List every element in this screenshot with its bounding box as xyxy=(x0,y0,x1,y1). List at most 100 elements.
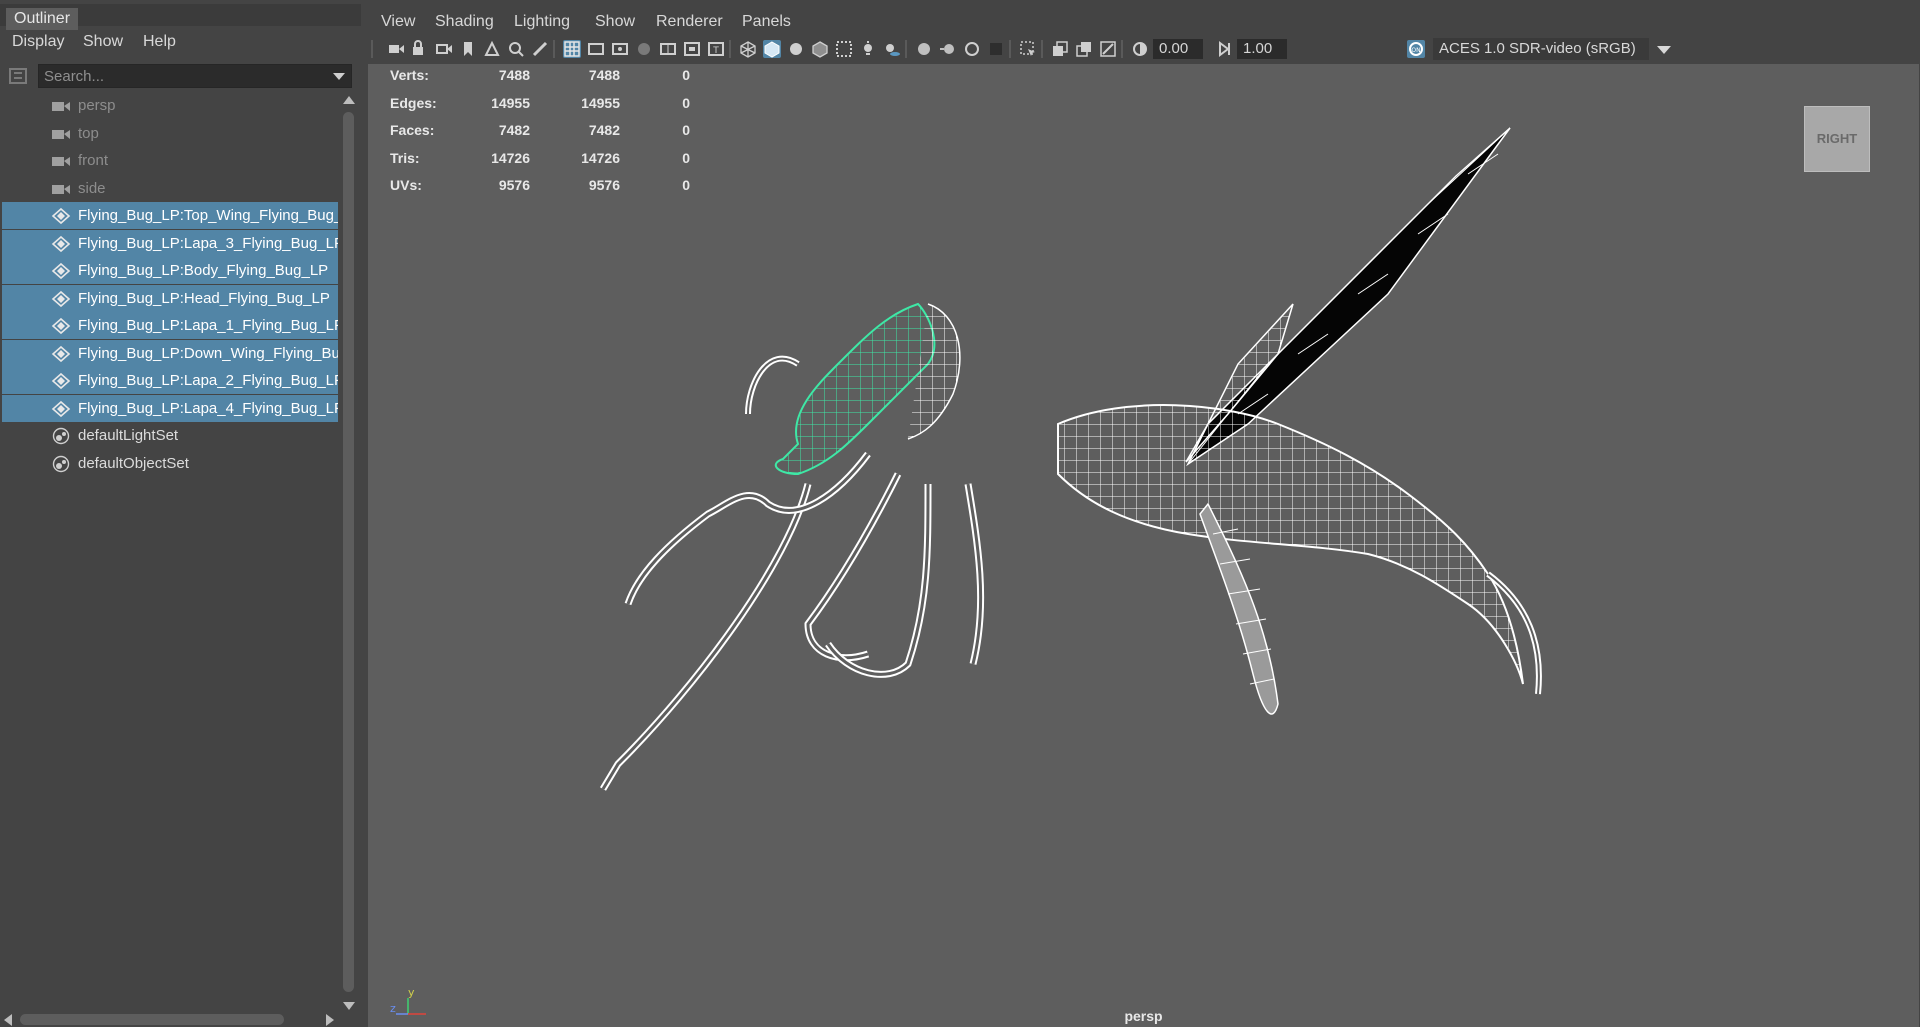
hscroll-thumb[interactable] xyxy=(20,1014,284,1025)
view-cube[interactable]: RIGHT xyxy=(1804,106,1870,172)
outliner-item-label: Flying_Bug_LP:Lapa_3_Flying_Bug_LP xyxy=(78,234,338,252)
motion-blur-icon[interactable] xyxy=(939,40,957,58)
menu-lighting[interactable]: Lighting xyxy=(514,10,570,34)
scroll-thumb[interactable] xyxy=(343,112,354,992)
select-camera-icon[interactable] xyxy=(387,40,405,58)
ambient-occlusion-icon[interactable] xyxy=(915,40,933,58)
panel-menubar: View Shading Lighting Show Renderer Pane… xyxy=(367,10,1920,34)
hud-label: Verts: xyxy=(390,67,429,83)
outliner-item[interactable]: top xyxy=(2,120,338,147)
color-space-select[interactable]: ACES 1.0 SDR-video (sRGB) xyxy=(1433,38,1649,60)
hud-value: 9576 xyxy=(498,177,530,193)
isolate-select-icon[interactable] xyxy=(1019,40,1037,58)
outliner-item[interactable]: Flying_Bug_LP:Lapa_4_Flying_Bug_LP xyxy=(2,394,338,422)
xray-active-icon[interactable] xyxy=(1075,40,1093,58)
mesh-transform-icon xyxy=(50,372,72,390)
anti-aliasing-icon[interactable] xyxy=(963,40,981,58)
outliner-horizontal-scrollbar[interactable] xyxy=(0,1012,340,1027)
xray-icon[interactable] xyxy=(835,40,853,58)
camera-lock-icon[interactable] xyxy=(411,40,429,58)
use-lights-icon[interactable] xyxy=(859,40,877,58)
menu-display[interactable]: Display xyxy=(12,30,64,54)
scroll-down-icon[interactable] xyxy=(343,1002,355,1010)
outliner-tree: persp top front side Flying_Bug_LP:Top_Wing_… xyxy=(0,92,340,1010)
mesh-transform-icon xyxy=(50,345,72,363)
field-chart-icon[interactable] xyxy=(659,40,677,58)
outliner-item[interactable]: Flying_Bug_LP:Body_Flying_Bug_LP xyxy=(2,257,338,284)
two-d-pan-zoom-icon[interactable] xyxy=(507,40,525,58)
outliner-item[interactable]: side xyxy=(2,175,338,202)
outliner-item[interactable]: Flying_Bug_LP:Head_Flying_Bug_LP xyxy=(2,284,338,312)
outliner-item[interactable]: Flying_Bug_LP:Lapa_1_Flying_Bug_LP xyxy=(2,312,338,339)
safe-action-icon[interactable] xyxy=(683,40,701,58)
smooth-shade-icon[interactable] xyxy=(763,40,781,58)
hud-label: UVs: xyxy=(390,177,422,193)
wireframe-icon[interactable] xyxy=(739,40,757,58)
set-icon xyxy=(50,427,72,445)
menu-help[interactable]: Help xyxy=(143,30,176,54)
wireframe-on-shaded-icon[interactable] xyxy=(811,40,829,58)
filter-icon[interactable] xyxy=(8,66,28,86)
grease-pencil-icon[interactable] xyxy=(531,40,549,58)
scroll-left-icon[interactable] xyxy=(4,1014,12,1026)
menu-show[interactable]: Show xyxy=(83,30,123,54)
outliner-item[interactable]: front xyxy=(2,147,338,174)
shadows-icon[interactable] xyxy=(883,40,901,58)
outliner-item-label: Flying_Bug_LP:Lapa_1_Flying_Bug_LP xyxy=(78,317,338,334)
menu-view[interactable]: View xyxy=(381,10,415,34)
image-plane-icon[interactable] xyxy=(483,40,501,58)
svg-text:T: T xyxy=(712,46,719,56)
outliner-item[interactable]: Flying_Bug_LP:Lapa_2_Flying_Bug_LP xyxy=(2,367,338,394)
outliner-item-label: front xyxy=(78,152,109,169)
mesh-transform-icon xyxy=(50,400,72,418)
menu-renderer[interactable]: Renderer xyxy=(656,10,723,34)
outliner-item-label: Flying_Bug_LP:Down_Wing_Flying_Bug_LP xyxy=(78,344,338,362)
outliner-item[interactable]: Flying_Bug_LP:Top_Wing_Flying_Bug_LP xyxy=(2,202,338,229)
hud-value: 7482 xyxy=(498,122,530,138)
gamma-icon[interactable] xyxy=(1215,40,1233,58)
resolution-gate-icon[interactable] xyxy=(611,40,629,58)
hud-value: 0 xyxy=(682,177,690,193)
exposure-icon[interactable] xyxy=(1131,40,1149,58)
outliner-item-label: side xyxy=(78,179,106,197)
grid-icon[interactable] xyxy=(563,40,581,58)
menu-shading[interactable]: Shading xyxy=(435,10,494,34)
bookmark-icon[interactable] xyxy=(459,40,477,58)
search-input[interactable] xyxy=(39,65,329,87)
outliner-item[interactable]: Flying_Bug_LP:Down_Wing_Flying_Bug_LP xyxy=(2,339,338,367)
menu-panels[interactable]: Panels xyxy=(742,10,791,34)
gamma-field[interactable]: 1.00 xyxy=(1237,39,1287,59)
hud-value: 0 xyxy=(682,149,690,166)
outliner-tab[interactable]: Outliner xyxy=(6,8,79,30)
outliner-item[interactable]: defaultObjectSet xyxy=(2,450,338,477)
color-space-dropdown-icon[interactable] xyxy=(1657,46,1671,54)
xray-joints-icon[interactable] xyxy=(1051,40,1069,58)
set-icon xyxy=(50,455,72,473)
safe-title-icon[interactable]: T xyxy=(707,40,725,58)
gate-mask-icon[interactable] xyxy=(635,40,653,58)
camera-attributes-icon[interactable] xyxy=(435,40,453,58)
outliner-panel: Outliner Display Show Help persp top front… xyxy=(0,0,361,1027)
camera-name-label: persp xyxy=(1124,1008,1163,1024)
flying-bug-wireframe-model[interactable]: y z xyxy=(368,64,1919,1027)
backface-culling-icon[interactable] xyxy=(1099,40,1117,58)
hud-value: 14955 xyxy=(581,94,620,111)
color-management-icon[interactable]: ON xyxy=(1407,40,1425,58)
outliner-menubar: Display Show Help xyxy=(0,30,361,54)
toolbar-separator xyxy=(1041,40,1043,58)
film-gate-icon[interactable] xyxy=(587,40,605,58)
search-dropdown-icon[interactable] xyxy=(333,73,345,80)
outliner-item[interactable]: Flying_Bug_LP:Lapa_3_Flying_Bug_LP xyxy=(2,229,338,257)
hud-label: Tris: xyxy=(390,149,420,166)
3d-viewport[interactable]: y z Verts: 7488 7488 0 Edges: 14955 14955 0 Face… xyxy=(368,64,1919,1027)
scroll-right-icon[interactable] xyxy=(326,1014,334,1026)
head-mesh xyxy=(774,302,961,476)
menu-show-panel[interactable]: Show xyxy=(595,10,635,34)
default-material-icon[interactable] xyxy=(787,40,805,58)
scroll-up-icon[interactable] xyxy=(343,96,355,104)
outliner-item[interactable]: defaultLightSet xyxy=(2,422,338,449)
depth-of-field-icon[interactable] xyxy=(987,40,1005,58)
exposure-field[interactable]: 0.00 xyxy=(1153,39,1203,59)
outliner-vertical-scrollbar[interactable] xyxy=(341,92,357,1010)
outliner-item[interactable]: persp xyxy=(2,92,338,119)
